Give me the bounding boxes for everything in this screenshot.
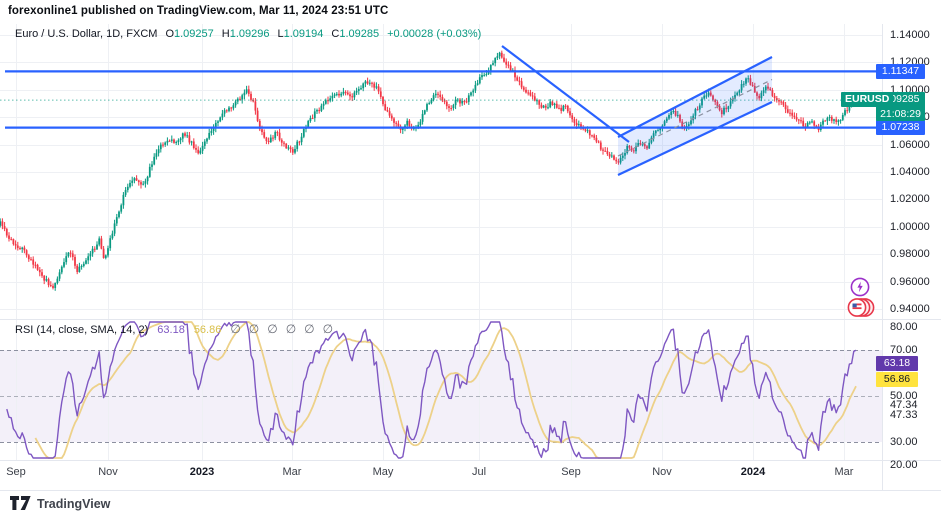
resistance-price-label: 1.11347 bbox=[876, 64, 925, 79]
time-tick-label: Sep bbox=[6, 466, 26, 478]
symbol-price-tag: EURUSD bbox=[841, 92, 893, 107]
rsi-tick-label: 80.00 bbox=[890, 321, 918, 333]
publication-header: forexonline1 published on TradingView.co… bbox=[8, 5, 388, 17]
rsi-axis-value-label: 63.18 bbox=[876, 356, 918, 371]
tradingview-logo-icon bbox=[10, 496, 31, 511]
open-value: O1.09257 bbox=[165, 28, 213, 40]
price-pane-canvas[interactable] bbox=[0, 24, 882, 319]
rsi-empty-series: ∅ ∅ ∅ ∅ ∅ ∅ bbox=[230, 322, 333, 336]
price-tick-label: 1.04000 bbox=[890, 166, 930, 178]
price-tick-label: 0.94000 bbox=[890, 303, 930, 315]
tradingview-watermark[interactable]: TradingView bbox=[10, 496, 110, 511]
price-tick-label: 1.02000 bbox=[890, 193, 930, 205]
empty-series-badge: ∅ bbox=[323, 322, 333, 336]
rsi-tick-label: 30.00 bbox=[890, 436, 918, 448]
economic-events-icon[interactable] bbox=[846, 297, 878, 323]
rsi-current-value: 63.18 bbox=[157, 324, 185, 336]
time-tick-label: Nov bbox=[98, 466, 118, 478]
rsi-title: RSI (14, close, SMA, 14, 2) bbox=[15, 324, 148, 336]
time-tick-label: Mar bbox=[835, 466, 854, 478]
time-tick-label: Mar bbox=[283, 466, 302, 478]
empty-series-badge: ∅ bbox=[230, 322, 240, 336]
empty-series-badge: ∅ bbox=[267, 322, 277, 336]
rsi-tick-label: 47.33 bbox=[890, 409, 918, 421]
time-tick-label: Sep bbox=[561, 466, 581, 478]
empty-series-badge: ∅ bbox=[304, 322, 314, 336]
symbol-title: Euro / U.S. Dollar, 1D, FXCM bbox=[15, 28, 157, 40]
time-tick-label: 2024 bbox=[741, 466, 765, 478]
rsi-tick-label: 70.00 bbox=[890, 344, 918, 356]
high-value: H1.09296 bbox=[222, 28, 270, 40]
rsi-sma-value: 56.86 bbox=[194, 324, 222, 336]
empty-series-badge: ∅ bbox=[286, 322, 296, 336]
price-tick-label: 1.00000 bbox=[890, 221, 930, 233]
close-value: C1.09285 bbox=[331, 28, 379, 40]
tradingview-brand-text: TradingView bbox=[37, 497, 110, 511]
pane-separator[interactable] bbox=[0, 319, 941, 320]
rsi-tick-label: 20.00 bbox=[890, 459, 918, 471]
time-tick-label: 2023 bbox=[190, 466, 214, 478]
price-tick-label: 0.96000 bbox=[890, 276, 930, 288]
time-tick-label: May bbox=[373, 466, 394, 478]
price-tick-label: 0.98000 bbox=[890, 248, 930, 260]
low-value: L1.09194 bbox=[277, 28, 323, 40]
rsi-legend[interactable]: RSI (14, close, SMA, 14, 2) 63.18 56.86 … bbox=[15, 322, 333, 336]
support-price-label: 1.07238 bbox=[876, 120, 925, 135]
rsi-pane-canvas[interactable] bbox=[0, 320, 882, 460]
price-tick-label: 1.06000 bbox=[890, 139, 930, 151]
bar-countdown: 21:08:29 bbox=[876, 107, 925, 122]
time-tick-label: Nov bbox=[652, 466, 672, 478]
change-value: +0.00028 (+0.03%) bbox=[387, 28, 481, 40]
empty-series-badge: ∅ bbox=[249, 322, 259, 336]
rsi-sma-axis-value-label: 56.86 bbox=[876, 372, 918, 387]
chart-bottom-border bbox=[0, 490, 941, 491]
time-axis-border bbox=[0, 460, 941, 461]
price-tick-label: 1.14000 bbox=[890, 29, 930, 41]
time-tick-label: Jul bbox=[472, 466, 486, 478]
tradingview-chart-screenshot: forexonline1 published on TradingView.co… bbox=[0, 0, 941, 519]
symbol-legend[interactable]: Euro / U.S. Dollar, 1D, FXCM O1.09257 H1… bbox=[15, 28, 481, 40]
